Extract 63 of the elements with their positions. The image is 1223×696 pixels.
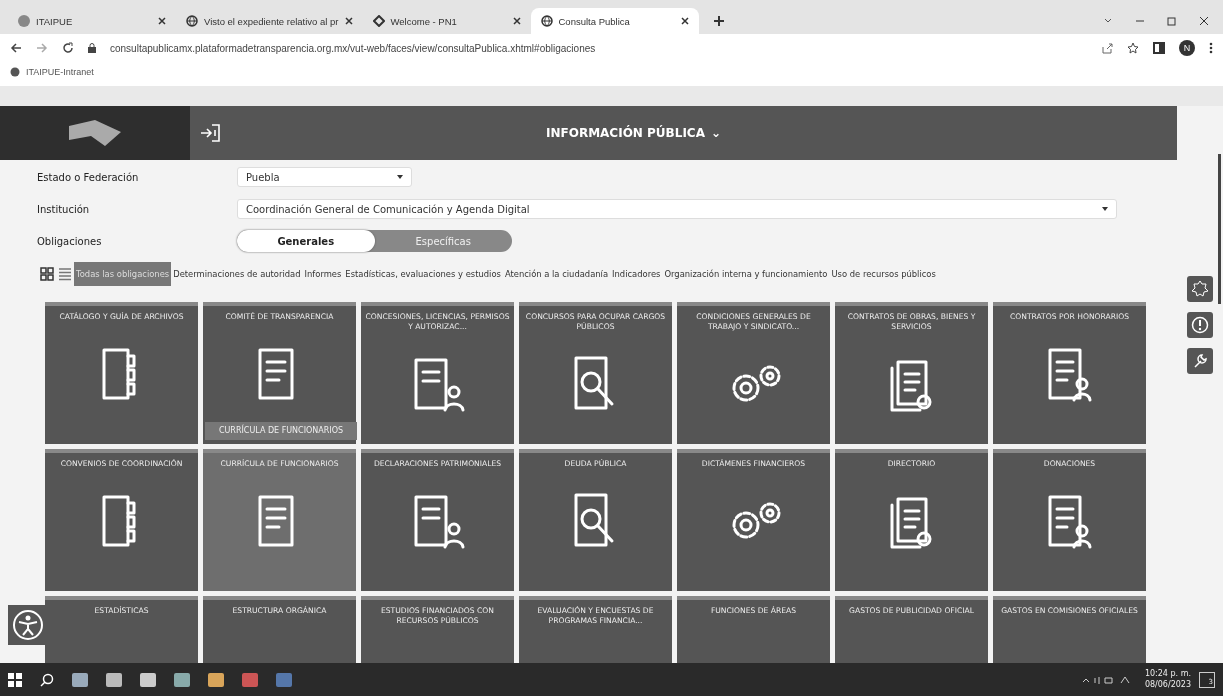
category-tab[interactable]: Organización interna y funcionamiento	[662, 262, 830, 286]
clock-date[interactable]: 08/06/2023	[1144, 679, 1191, 690]
profile-avatar[interactable]: N	[1179, 40, 1195, 56]
lock-icon	[88, 43, 96, 53]
clock-time[interactable]: 10:24 p. m.	[1144, 669, 1191, 680]
close-icon	[512, 17, 521, 25]
side-panel-icon	[1153, 42, 1165, 54]
field-label: Obligaciones	[37, 235, 103, 247]
forward-icon	[36, 42, 48, 54]
category-tab[interactable]: Atención a la ciudadanía	[502, 262, 611, 286]
reload-icon	[62, 42, 74, 54]
diamond-icon	[372, 15, 385, 27]
close-icon	[680, 17, 689, 25]
share-icon	[1101, 42, 1113, 54]
category-tab[interactable]: Indicadores	[610, 262, 663, 286]
select-field[interactable]: Puebla	[237, 167, 412, 187]
taskbar-app-icon[interactable]	[72, 672, 88, 687]
category-tab[interactable]: Uso de recursos públicos	[829, 262, 938, 286]
select-field[interactable]: Coordinación General de Comunicación y Agenda Digital	[237, 199, 1117, 219]
scrollbar[interactable]	[1218, 154, 1221, 304]
browser-tab[interactable]: ITAIPUE	[8, 8, 176, 34]
plus-icon	[712, 15, 725, 27]
back-icon	[10, 42, 22, 54]
close-icon	[344, 17, 353, 25]
windows-start-icon	[8, 672, 22, 687]
sign-in-icon	[199, 122, 221, 144]
header-title[interactable]: INFORMACIÓN PÚBLICA	[546, 126, 705, 140]
badge-button[interactable]	[1187, 276, 1213, 302]
close-icon	[1199, 16, 1209, 26]
bookmark[interactable]: ITAIPUE-Intranet	[26, 67, 94, 77]
taskbar-app-icon[interactable]	[174, 672, 190, 687]
search-icon	[40, 672, 54, 687]
tooltip: CURRÍCULA DE FUNCIONARIOS	[205, 422, 357, 441]
badge-star-icon	[1191, 280, 1209, 298]
globe-icon	[10, 67, 20, 77]
taskbar-app-icon[interactable]	[208, 672, 224, 687]
star-icon	[1127, 42, 1139, 54]
browser-tab[interactable]: Welcome - PN1	[362, 8, 531, 34]
field-label: Institución	[37, 203, 91, 215]
caret-icon	[397, 175, 403, 179]
taskbar-app-icon[interactable]	[106, 672, 122, 687]
circle-icon	[18, 15, 30, 27]
category-tab[interactable]: Estadísticas, evaluaciones y estudios	[343, 262, 503, 286]
accessibility-icon	[12, 609, 44, 641]
globe-icon	[186, 15, 198, 27]
tools-button[interactable]	[1187, 348, 1213, 374]
browser-tab[interactable]: Visto el expediente relativo al pr	[176, 8, 363, 34]
maximize-icon	[1167, 16, 1177, 26]
caret-icon	[1102, 207, 1108, 211]
address-bar[interactable]: consultapublicamx.plataformadetransparencia.org.mx/vut-web/faces/view/consultaPublica.xhtml#obligaciones	[110, 42, 1087, 54]
category-tab[interactable]: Informes	[302, 262, 344, 286]
toggle-option[interactable]: Generales	[237, 230, 375, 252]
globe-icon	[540, 15, 553, 27]
category-tab[interactable]: Determinaciones de autoridad	[171, 262, 303, 286]
close-icon	[158, 17, 166, 25]
browser-tab[interactable]: Consulta Publica	[530, 8, 699, 34]
alert-icon	[1191, 316, 1209, 334]
accessibility-button[interactable]	[8, 605, 48, 645]
alert-button[interactable]	[1187, 312, 1213, 338]
field-label: Estado o Federación	[37, 171, 140, 183]
taskbar-app-icon[interactable]	[140, 672, 156, 687]
menu-caret[interactable]: ⌄	[710, 126, 721, 140]
more-icon	[1209, 42, 1213, 54]
